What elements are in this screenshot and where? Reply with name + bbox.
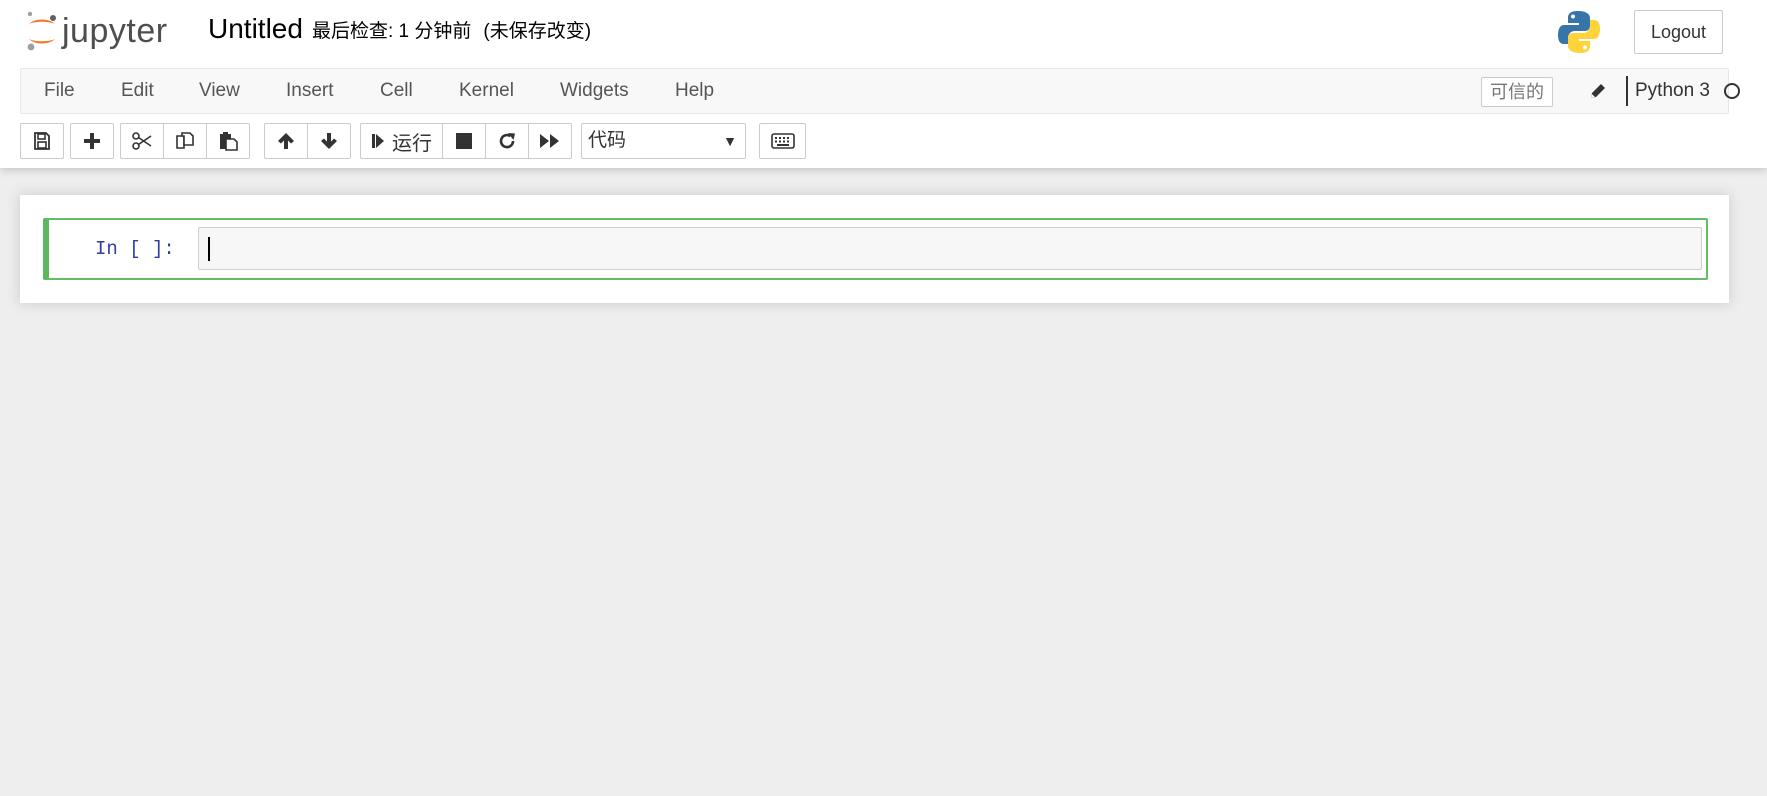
interrupt-button[interactable] [442, 123, 486, 159]
trusted-badge[interactable]: 可信的 [1481, 77, 1553, 107]
kernel-divider [1626, 76, 1628, 106]
menu-edit[interactable]: Edit [121, 69, 154, 113]
menu-view[interactable]: View [199, 69, 240, 113]
command-palette-button[interactable] [759, 123, 806, 159]
restart-button[interactable] [485, 123, 529, 159]
cell-type-select[interactable]: 代码 ▼ [581, 123, 746, 159]
logo-text: jupyter [62, 12, 168, 50]
save-group [20, 123, 64, 159]
jupyter-logo-icon [27, 11, 56, 51]
move-up-button[interactable] [264, 123, 308, 159]
copy-button[interactable] [163, 123, 207, 159]
restart-icon [499, 133, 515, 149]
fast-forward-icon [540, 134, 559, 148]
checkpoint-status: 最后检查: 1 分钟前 (未保存改变) [312, 19, 591, 45]
jupyter-logo[interactable]: jupyter [26, 8, 168, 54]
plus-icon [84, 133, 100, 149]
menu-kernel[interactable]: Kernel [459, 69, 514, 113]
menubar: File Edit View Insert Cell Kernel Widget… [20, 68, 1740, 114]
move-group [264, 123, 351, 159]
logout-button[interactable]: Logout [1634, 10, 1723, 54]
code-input[interactable] [198, 227, 1702, 270]
input-prompt: In [ ]: [95, 238, 175, 260]
stop-icon [456, 133, 472, 149]
checkpoint-text: 最后检查: 1 分钟前 [312, 21, 472, 42]
menu-widgets[interactable]: Widgets [560, 69, 629, 113]
run-label: 运行 [392, 132, 432, 155]
paste-icon [220, 132, 238, 151]
arrow-down-icon [321, 133, 337, 149]
autosave-status: (未保存改变) [483, 21, 592, 42]
menu-cell[interactable]: Cell [380, 69, 413, 113]
paste-button[interactable] [206, 123, 250, 159]
kernel-idle-indicator-icon [1724, 83, 1740, 99]
notebook-title[interactable]: Untitled [208, 12, 303, 46]
text-cursor [208, 237, 210, 261]
cut-icon [132, 132, 152, 150]
run-button[interactable]: 运行 [360, 123, 443, 159]
keyboard-group [759, 123, 806, 159]
insert-group [70, 123, 114, 159]
code-cell[interactable]: In [ ]: [43, 218, 1708, 280]
pencil-icon [1591, 84, 1605, 98]
copy-icon [176, 132, 194, 149]
header: jupyter Untitled 最后检查: 1 分钟前 (未保存改变) Logo… [0, 0, 1767, 168]
keyboard-icon [770, 133, 795, 149]
save-button[interactable] [20, 123, 64, 159]
restart-run-all-button[interactable] [528, 123, 572, 159]
caret-down-icon: ▼ [723, 133, 737, 149]
move-down-button[interactable] [307, 123, 351, 159]
menu-file[interactable]: File [44, 69, 75, 113]
clipboard-group [120, 123, 250, 159]
notebook-container: In [ ]: [20, 195, 1729, 303]
toolbar: 运行 代码 ▼ [20, 123, 1729, 159]
step-forward-icon [372, 134, 384, 148]
run-group: 运行 [360, 123, 572, 159]
save-icon [34, 132, 50, 150]
menu-help[interactable]: Help [675, 69, 714, 113]
kernel-name[interactable]: Python 3 [1635, 69, 1710, 113]
cell-type-value: 代码 [588, 130, 627, 151]
insert-cell-button[interactable] [70, 123, 114, 159]
top-bar: jupyter Untitled 最后检查: 1 分钟前 (未保存改变) Logo… [0, 0, 1767, 66]
arrow-up-icon [278, 133, 294, 149]
cut-button[interactable] [120, 123, 164, 159]
menu-insert[interactable]: Insert [286, 69, 334, 113]
python-logo-icon [1558, 11, 1600, 53]
